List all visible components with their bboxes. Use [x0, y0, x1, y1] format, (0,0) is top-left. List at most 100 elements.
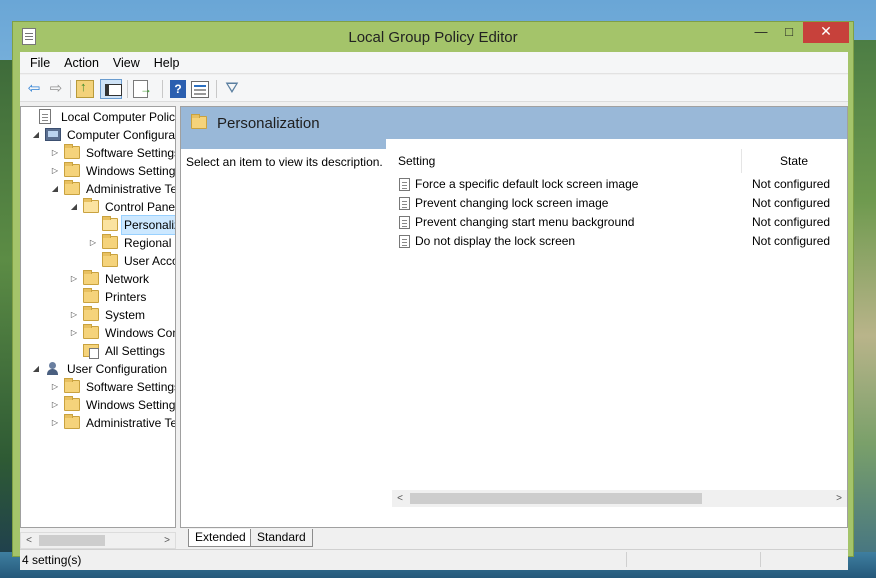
tab-extended[interactable]: Extended — [188, 529, 253, 547]
setting-row[interactable]: Prevent changing lock screen image Not co… — [392, 194, 847, 213]
column-header-state[interactable]: State — [780, 149, 840, 173]
group-policy-editor-window: Local Group Policy Editor — □ ✕ File Acti… — [12, 21, 854, 570]
scroll-left-arrow-icon[interactable]: < — [392, 490, 408, 507]
scroll-left-arrow-icon[interactable]: < — [21, 533, 37, 548]
setting-row[interactable]: Prevent changing start menu background No… — [392, 213, 847, 232]
setting-name: Force a specific default lock screen ima… — [415, 177, 639, 191]
scroll-right-arrow-icon[interactable]: > — [831, 490, 847, 507]
expand-arrow-icon[interactable]: ▷ — [88, 234, 98, 252]
list-horizontal-scrollbar[interactable]: < > — [392, 490, 847, 507]
toolbar-separator — [216, 80, 217, 98]
column-divider[interactable] — [741, 149, 742, 173]
menu-view[interactable]: View — [106, 52, 147, 74]
maximize-button[interactable]: □ — [775, 22, 803, 43]
tree-item-label: System — [105, 308, 146, 322]
client-area: FileActionViewHelp ⇦ ⇨ ? ⛛ Local Compute… — [20, 52, 848, 570]
column-header-setting[interactable]: Setting — [398, 149, 738, 173]
forward-arrow-icon[interactable]: ⇨ — [46, 79, 66, 99]
folder-open-icon — [102, 216, 118, 231]
folder-icon — [64, 396, 80, 411]
tree-item-label: Control Panel — [105, 200, 176, 214]
folder-icon — [83, 288, 99, 303]
filter-icon[interactable]: ⛛ — [222, 79, 242, 99]
view-tabs: Extended Standard — [180, 529, 848, 549]
user-icon — [45, 362, 61, 375]
toolbar-separator — [127, 80, 128, 98]
folder-icon — [83, 270, 99, 285]
toolbar-separator — [70, 80, 71, 98]
description-text: Select an item to view its description. — [186, 155, 383, 169]
scroll-thumb[interactable] — [410, 493, 702, 504]
details-pane: Personalization Select an item to view i… — [180, 106, 848, 528]
folder-icon — [191, 114, 207, 129]
expand-arrow-icon[interactable]: ▷ — [50, 414, 60, 432]
settings-list: Setting State Force a specific default l… — [392, 149, 847, 461]
folder-icon — [64, 180, 80, 195]
folder-icon — [64, 378, 80, 393]
setting-name: Prevent changing lock screen image — [415, 196, 609, 210]
tree-item-label: Local Computer Policy — [61, 110, 176, 124]
menu-bar: File Action View Help — [20, 52, 848, 74]
scroll-thumb[interactable] — [39, 535, 105, 546]
policy-icon — [39, 109, 51, 124]
scroll-right-arrow-icon[interactable]: > — [159, 533, 175, 548]
folder-icon — [64, 162, 80, 177]
setting-state: Not configured — [752, 177, 831, 191]
setting-name: Prevent changing start menu background — [415, 215, 635, 229]
tree-item-label: Computer Configuration — [67, 128, 176, 142]
expand-arrow-icon[interactable]: ▷ — [50, 378, 60, 396]
expand-arrow-icon[interactable]: ▷ — [69, 306, 79, 324]
collapse-arrow-icon[interactable]: ◢ — [69, 198, 79, 216]
tree-item-label: Windows Settings — [86, 398, 176, 412]
export-list-icon[interactable] — [133, 79, 152, 99]
details-header: Personalization — [181, 107, 847, 139]
menu-help[interactable]: Help — [147, 52, 187, 74]
folder-icon — [83, 324, 99, 339]
close-button[interactable]: ✕ — [803, 22, 849, 43]
minimize-button[interactable]: — — [747, 22, 775, 43]
up-one-level-icon[interactable] — [76, 77, 94, 98]
status-text: 4 setting(s) — [22, 553, 82, 567]
tree-item-label: Personalization — [120, 215, 175, 235]
tree-item-label: Regional and Language Options — [124, 236, 175, 250]
properties-icon[interactable] — [191, 81, 209, 98]
menu-file[interactable]: File — [23, 52, 57, 74]
setting-state: Not configured — [752, 215, 831, 229]
tree-item-label: User Accounts — [124, 254, 175, 268]
tree-item-label: Administrative Templates — [86, 416, 176, 430]
policy-setting-icon — [399, 178, 410, 191]
policy-setting-icon — [399, 197, 410, 210]
help-icon[interactable]: ? — [170, 80, 186, 98]
setting-row[interactable]: Do not display the lock screen Not config… — [392, 232, 847, 251]
policy-setting-icon — [399, 235, 410, 248]
setting-name: Do not display the lock screen — [415, 234, 576, 248]
list-header-spacer — [386, 139, 847, 149]
console-tree-pane[interactable]: Local Computer Policy ◢ Computer Configura… — [20, 106, 176, 528]
tab-standard[interactable]: Standard — [250, 529, 313, 547]
expand-arrow-icon[interactable]: ▷ — [69, 270, 79, 288]
collapse-arrow-icon[interactable]: ◢ — [31, 360, 41, 378]
expand-arrow-icon[interactable]: ▷ — [50, 144, 60, 162]
expand-arrow-icon[interactable]: ▷ — [50, 396, 60, 414]
policy-setting-icon — [399, 216, 410, 229]
show-hide-console-tree-icon[interactable] — [100, 79, 122, 99]
details-header-title: Personalization — [217, 115, 320, 132]
setting-row[interactable]: Force a specific default lock screen ima… — [392, 175, 847, 194]
tree-item-label: Network — [105, 272, 150, 286]
setting-state: Not configured — [752, 234, 831, 248]
tree-item-label: Administrative Templates — [86, 182, 176, 196]
title-bar[interactable]: Local Group Policy Editor — □ ✕ — [13, 22, 853, 52]
setting-state: Not configured — [752, 196, 831, 210]
expand-arrow-icon[interactable]: ▷ — [50, 162, 60, 180]
back-arrow-icon[interactable]: ⇦ — [24, 79, 44, 99]
menu-action[interactable]: Action — [57, 52, 106, 74]
tree-horizontal-scrollbar[interactable]: < > — [20, 532, 176, 549]
toolbar-separator — [162, 80, 163, 98]
folder-icon — [64, 414, 80, 429]
collapse-arrow-icon[interactable]: ◢ — [50, 180, 60, 198]
tree-item-label: User Configuration — [67, 362, 168, 376]
folder-open-icon — [83, 198, 99, 213]
collapse-arrow-icon[interactable]: ◢ — [31, 126, 41, 144]
window-title: Local Group Policy Editor — [348, 29, 518, 46]
expand-arrow-icon[interactable]: ▷ — [69, 324, 79, 342]
